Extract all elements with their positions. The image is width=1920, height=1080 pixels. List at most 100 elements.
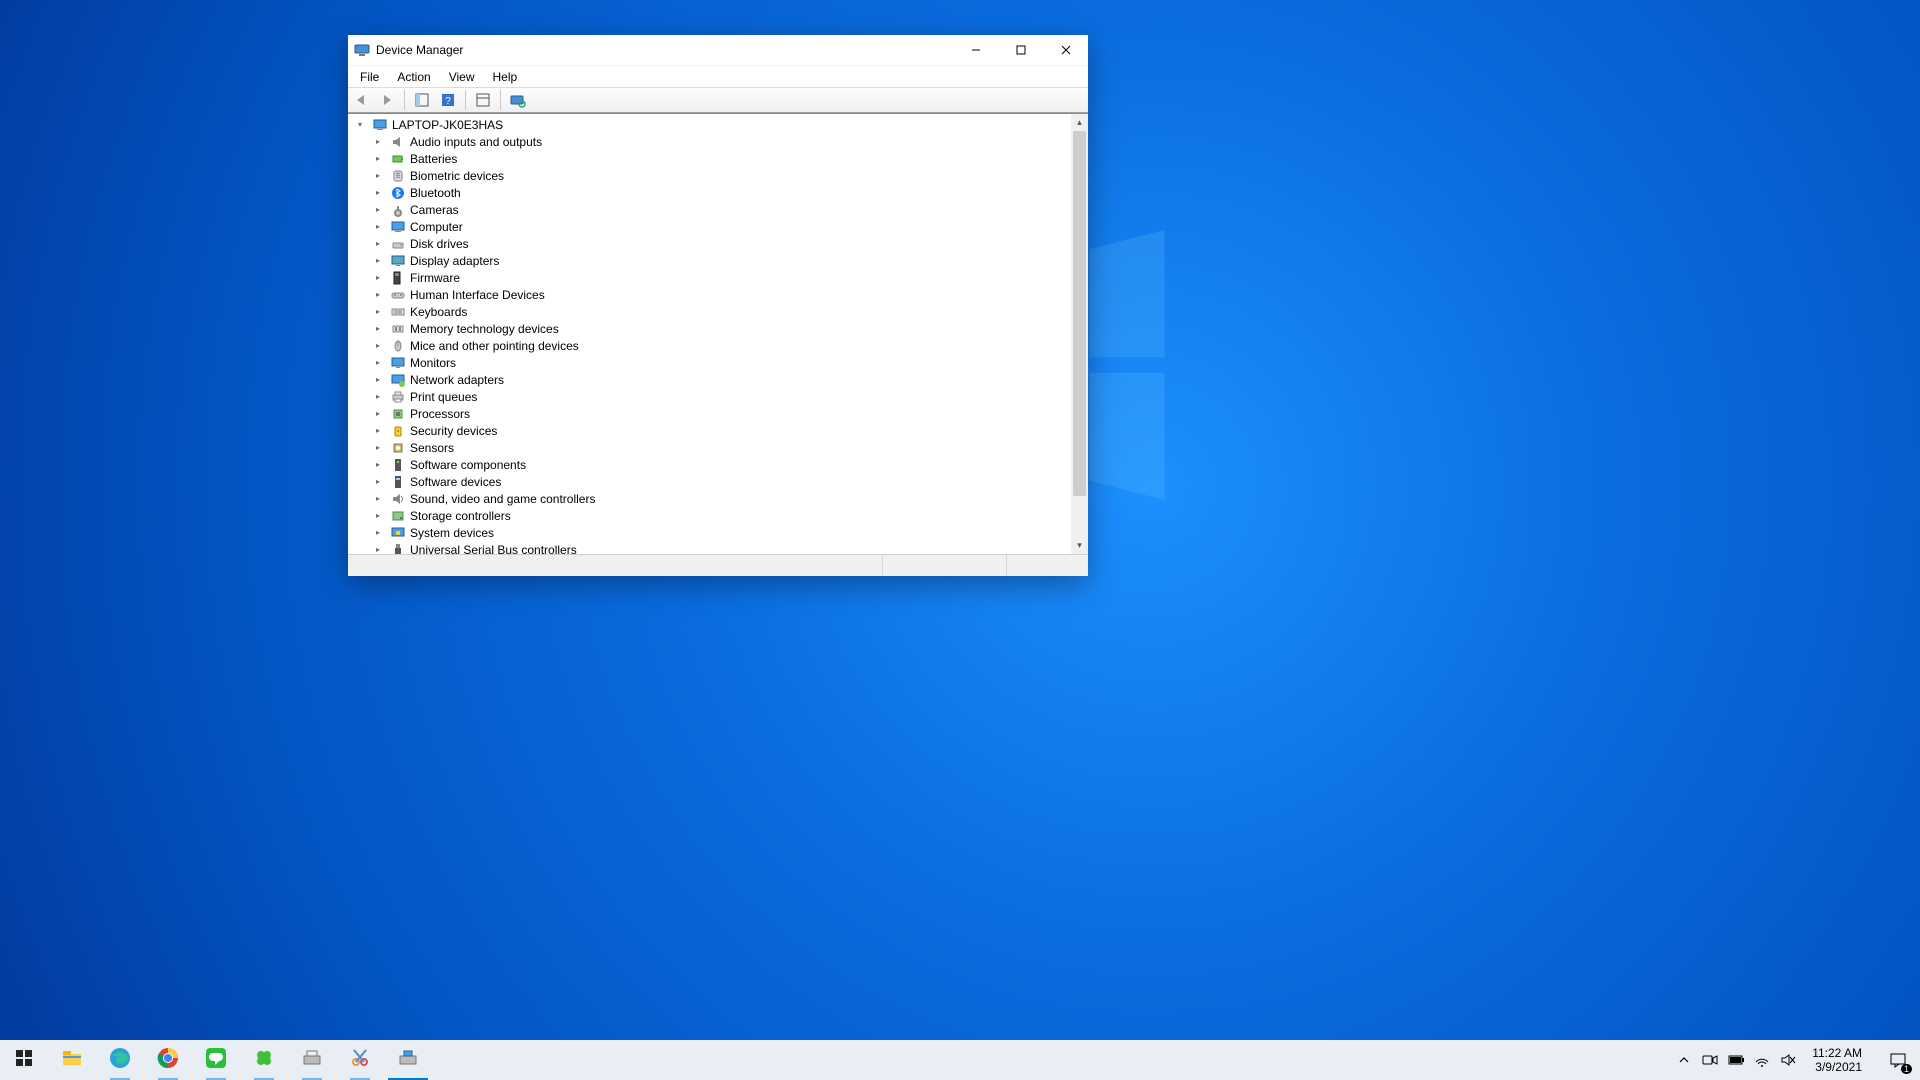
expand-icon[interactable]: ▸ [372, 255, 384, 267]
tree-category-node[interactable]: ▸Software devices [348, 473, 1071, 490]
taskbar-clover-button[interactable] [240, 1040, 288, 1080]
titlebar[interactable]: Device Manager [348, 35, 1088, 65]
toolbar-separator [404, 90, 405, 110]
tree-category-node[interactable]: ▸ Human Interface Devices [348, 286, 1071, 303]
close-button[interactable] [1043, 35, 1088, 65]
expand-icon[interactable]: ▸ [372, 425, 384, 437]
taskbar-line-button[interactable] [192, 1040, 240, 1080]
expand-icon[interactable]: ▸ [372, 476, 384, 488]
taskbar-start-button[interactable] [0, 1040, 48, 1080]
swdev-icon [390, 474, 406, 490]
expand-icon[interactable]: ▸ [372, 289, 384, 301]
expand-icon[interactable]: ▸ [372, 170, 384, 182]
scroll-up-button[interactable]: ▴ [1071, 114, 1088, 131]
expand-icon[interactable]: ▸ [372, 357, 384, 369]
start-icon [15, 1049, 33, 1072]
tree-category-node[interactable]: ▸Disk drives [348, 235, 1071, 252]
collapse-icon[interactable]: ▾ [354, 119, 366, 131]
taskbar-chrome-button[interactable] [144, 1040, 192, 1080]
devprint-icon [300, 1046, 324, 1075]
vertical-scrollbar[interactable]: ▴ ▾ [1071, 114, 1088, 554]
expand-icon[interactable]: ▸ [372, 238, 384, 250]
tree-category-label: Processors [410, 407, 470, 421]
toolbar-forward-button[interactable] [376, 89, 398, 111]
toolbar-help-button[interactable]: ? [437, 89, 459, 111]
tree-category-node[interactable]: ▸Biometric devices [348, 167, 1071, 184]
tree-category-label: Security devices [410, 424, 497, 438]
scroll-down-button[interactable]: ▾ [1071, 537, 1088, 554]
tray-action-center-button[interactable]: 1 [1878, 1040, 1918, 1080]
tray-volume-muted-icon[interactable] [1780, 1052, 1796, 1068]
tree-category-node[interactable]: ▸System devices [348, 524, 1071, 541]
tree-category-node[interactable]: ▸Software components [348, 456, 1071, 473]
tree-category-node[interactable]: ▸Batteries [348, 150, 1071, 167]
scroll-thumb[interactable] [1073, 131, 1086, 496]
expand-icon[interactable]: ▸ [372, 391, 384, 403]
expand-icon[interactable]: ▸ [372, 527, 384, 539]
minimize-button[interactable] [953, 35, 998, 65]
expand-icon[interactable]: ▸ [372, 306, 384, 318]
tree-category-node[interactable]: ▸ Processors [348, 405, 1071, 422]
window-title-text: Device Manager [376, 43, 463, 57]
taskbar-file-explorer-button[interactable] [48, 1040, 96, 1080]
toolbar-scan-hardware-button[interactable] [507, 89, 529, 111]
tray-clock[interactable]: 11:22 AM 3/9/2021 [1806, 1046, 1868, 1074]
tray-wifi-icon[interactable] [1754, 1052, 1770, 1068]
tree-category-node[interactable]: ▸Network adapters [348, 371, 1071, 388]
menu-file[interactable]: File [352, 68, 387, 86]
expand-icon[interactable]: ▸ [372, 153, 384, 165]
tray-battery-icon[interactable] [1728, 1052, 1744, 1068]
expand-icon[interactable]: ▸ [372, 221, 384, 233]
tree-category-node[interactable]: ▸Keyboards [348, 303, 1071, 320]
tree-category-node[interactable]: ▸Print queues [348, 388, 1071, 405]
tree-category-node[interactable]: ▸Bluetooth [348, 184, 1071, 201]
expand-icon[interactable]: ▸ [372, 408, 384, 420]
tree-category-node[interactable]: ▸Storage controllers [348, 507, 1071, 524]
taskbar-device-manager-button[interactable] [384, 1040, 432, 1080]
tree-category-node[interactable]: ▸Memory technology devices [348, 320, 1071, 337]
expand-icon[interactable]: ▸ [372, 340, 384, 352]
tree-category-node[interactable]: ▸Monitors [348, 354, 1071, 371]
tree-category-node[interactable]: ▸Audio inputs and outputs [348, 133, 1071, 150]
menu-view[interactable]: View [441, 68, 483, 86]
tree-category-node[interactable]: ▸ Security devices [348, 422, 1071, 439]
tray-overflow-icon[interactable] [1676, 1052, 1692, 1068]
tree-category-node[interactable]: ▸Display adapters [348, 252, 1071, 269]
maximize-button[interactable] [998, 35, 1043, 65]
expand-icon[interactable]: ▸ [372, 493, 384, 505]
expand-icon[interactable]: ▸ [372, 272, 384, 284]
tree-category-node[interactable]: ▸Universal Serial Bus controllers [348, 541, 1071, 554]
devmgr-icon [396, 1046, 420, 1075]
tree-category-label: Human Interface Devices [410, 288, 545, 302]
tree-category-node[interactable]: ▸Computer [348, 218, 1071, 235]
toolbar-back-button[interactable] [350, 89, 372, 111]
menu-help[interactable]: Help [485, 68, 526, 86]
expand-icon[interactable]: ▸ [372, 187, 384, 199]
expand-icon[interactable]: ▸ [372, 204, 384, 216]
expand-icon[interactable]: ▸ [372, 374, 384, 386]
expand-icon[interactable]: ▸ [372, 510, 384, 522]
taskbar-devices-printers-button[interactable] [288, 1040, 336, 1080]
computer-icon [390, 219, 406, 235]
tree-category-node[interactable]: ▸Firmware [348, 269, 1071, 286]
toolbar-properties-button[interactable] [472, 89, 494, 111]
tree-category-node[interactable]: ▸Cameras [348, 201, 1071, 218]
expand-icon[interactable]: ▸ [372, 323, 384, 335]
tray-meet-now-icon[interactable] [1702, 1052, 1718, 1068]
tree-category-node[interactable]: ▸Sensors [348, 439, 1071, 456]
tree-root-node[interactable]: ▾LAPTOP-JK0E3HAS [348, 116, 1071, 133]
notification-badge: 1 [1901, 1064, 1912, 1074]
expand-icon[interactable]: ▸ [372, 459, 384, 471]
expand-icon[interactable]: ▸ [372, 442, 384, 454]
taskbar-snipping-tool-button[interactable] [336, 1040, 384, 1080]
tree-category-node[interactable]: ▸Sound, video and game controllers [348, 490, 1071, 507]
taskbar-edge-button[interactable] [96, 1040, 144, 1080]
expand-icon[interactable]: ▸ [372, 136, 384, 148]
scroll-track[interactable] [1071, 131, 1088, 537]
computer-icon [372, 117, 388, 133]
menu-action[interactable]: Action [389, 68, 438, 86]
toolbar: ? [348, 87, 1088, 113]
expand-icon[interactable]: ▸ [372, 544, 384, 555]
tree-category-node[interactable]: ▸Mice and other pointing devices [348, 337, 1071, 354]
toolbar-show-hide-console-tree-button[interactable] [411, 89, 433, 111]
